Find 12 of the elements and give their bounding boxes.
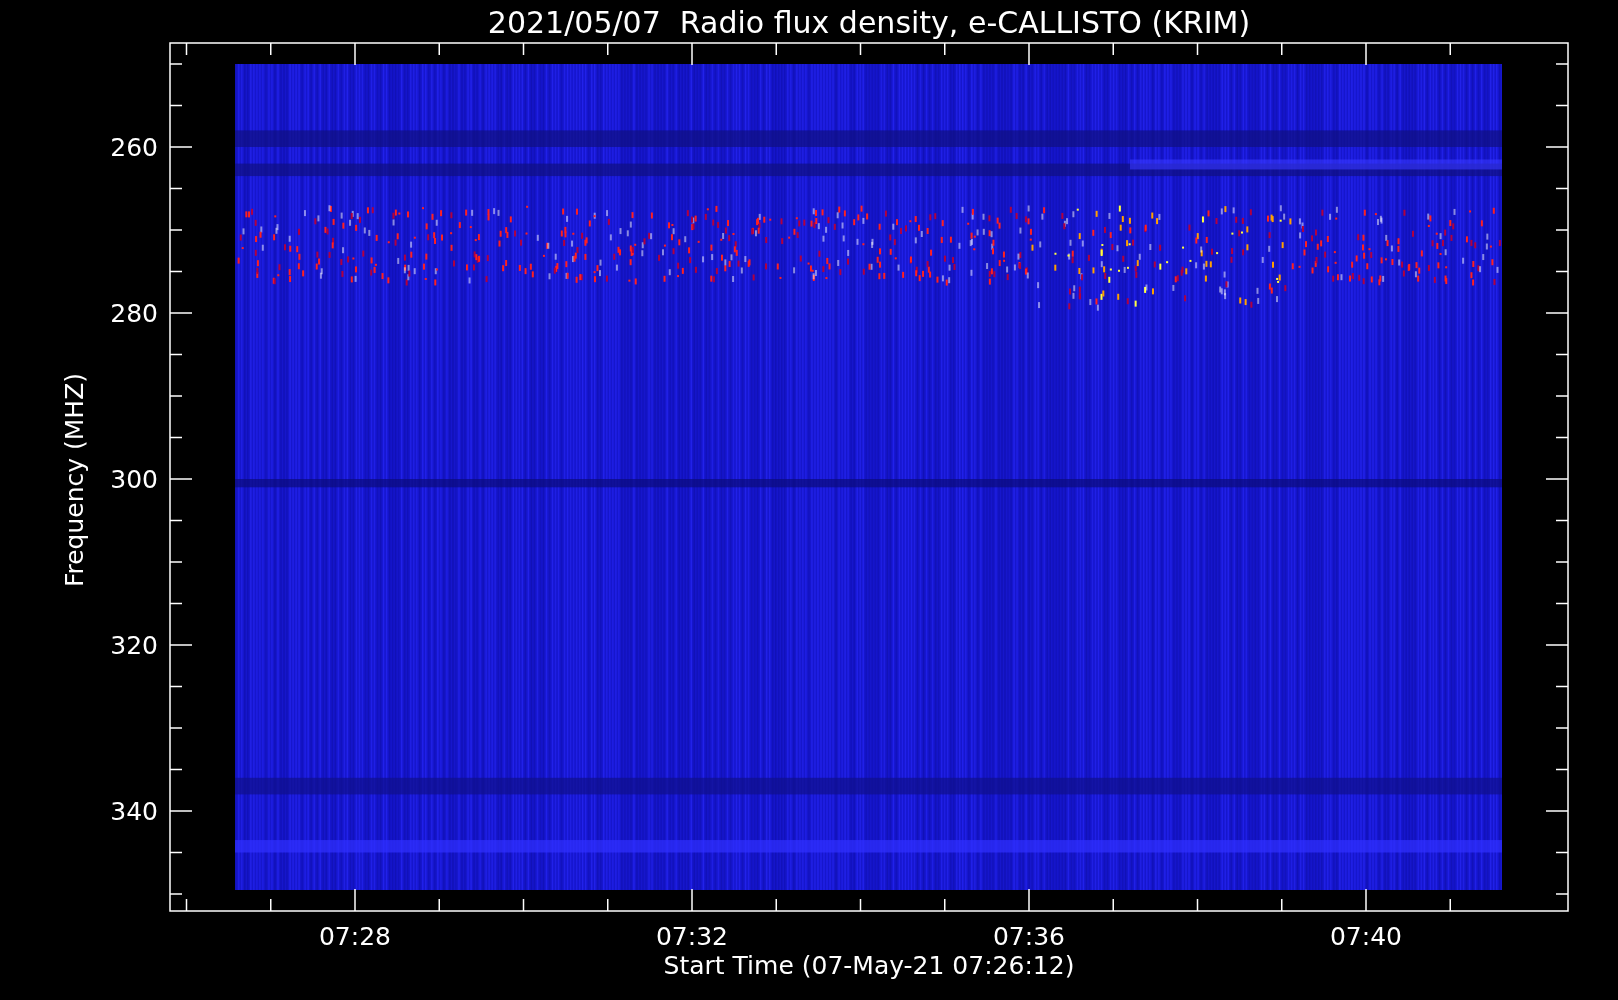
x-tick-label: 07:32 <box>656 922 728 951</box>
x-tick-label: 07:28 <box>319 922 391 951</box>
x-tick-label: 07:40 <box>1330 922 1402 951</box>
y-tick-label: 320 <box>110 631 158 660</box>
chart-title: 2021/05/07 Radio flux density, e-CALLISTO (KRIM) <box>487 4 1251 42</box>
y-tick-label: 300 <box>110 465 158 494</box>
y-tick-label: 260 <box>110 133 158 162</box>
y-axis-label: Frequency (MHZ) <box>60 372 89 588</box>
x-axis-label: Start Time (07-May-21 07:26:12) <box>663 951 1075 980</box>
y-tick-label: 340 <box>110 797 158 826</box>
x-tick-label: 07:36 <box>993 922 1065 951</box>
y-tick-label: 280 <box>110 299 158 328</box>
